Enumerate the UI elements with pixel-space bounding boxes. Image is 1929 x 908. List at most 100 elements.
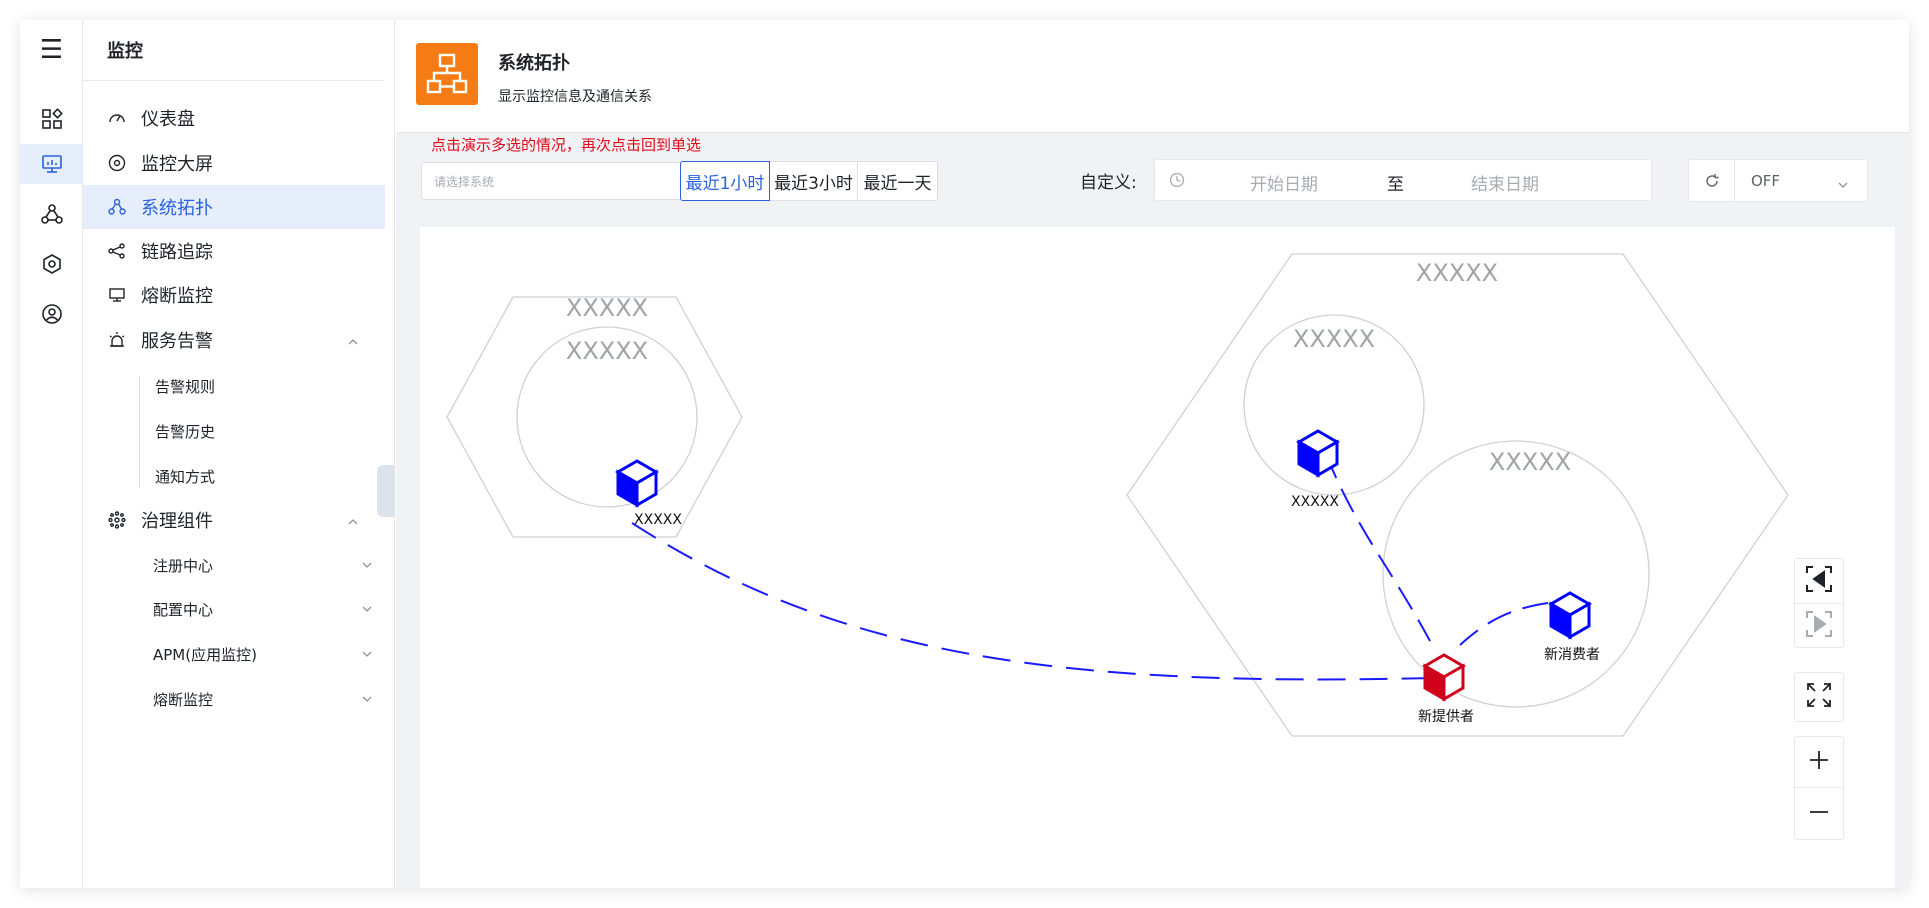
service-node-top[interactable]: [1296, 429, 1340, 478]
group-label: XXXXX: [1489, 448, 1571, 476]
end-date-input[interactable]: 结束日期: [1471, 170, 1539, 195]
gear-icon[interactable]: [20, 244, 83, 284]
topology-canvas[interactable]: XXXXX XXXXX XXXXX XXXXX XXXXX XXXXX XXXX…: [420, 227, 1895, 888]
icon-rail: ☰: [20, 20, 83, 888]
monitor-icon[interactable]: [20, 144, 83, 184]
chevron-down-icon: [361, 691, 373, 709]
group-label: XXXXX: [566, 294, 648, 322]
sidebar-item-label: 系统拓扑: [141, 198, 213, 219]
system-select-placeholder: 请选择系统: [434, 174, 495, 189]
sidebar-item-circuit[interactable]: 熔断监控: [83, 273, 385, 317]
refresh-icon[interactable]: [1689, 160, 1735, 201]
sidebar-subitem-registry[interactable]: 注册中心: [153, 543, 373, 587]
sidebar: 监控 仪表盘 监控大屏 系统拓扑 链路追踪 熔断监控 服务告警 告警规则 告警历…: [83, 20, 395, 888]
node-label: XXXXX: [634, 512, 682, 528]
provider-node[interactable]: [1422, 653, 1466, 702]
step-forward-icon: [1804, 609, 1834, 643]
page-header: 系统拓扑 显示监控信息及通信关系: [396, 20, 1909, 133]
step-forward-button[interactable]: [1794, 604, 1844, 648]
apps-icon[interactable]: [20, 99, 83, 139]
topology-logo-icon: [416, 43, 478, 105]
sidebar-subitem-apm[interactable]: APM(应用监控): [153, 632, 373, 676]
sidebar-subitem-circuit[interactable]: 熔断监控: [153, 677, 373, 721]
node-label: XXXXX: [1291, 494, 1339, 510]
custom-range-label: 自定义:: [1080, 173, 1137, 193]
node-label: 新提供者: [1418, 709, 1474, 725]
group-label: XXXXX: [1293, 325, 1375, 353]
chevron-down-icon: [361, 557, 373, 575]
sidebar-item-label: 服务告警: [141, 331, 213, 352]
service-node-left[interactable]: [615, 459, 659, 508]
main-area: 系统拓扑 显示监控信息及通信关系 点击演示多选的情况，再次点击回到单选 请选择系…: [396, 20, 1909, 888]
group-hexagon-left: [446, 296, 743, 538]
range-separator: 至: [1387, 175, 1404, 195]
edge-consumer-to-provider: [1459, 602, 1549, 646]
sidebar-item-governance[interactable]: 治理组件: [83, 498, 385, 542]
sidebar-item-alerts[interactable]: 服务告警: [83, 318, 385, 362]
sidebar-subitem-label: 注册中心: [153, 556, 214, 575]
group-label: XXXXX: [566, 337, 648, 365]
user-icon[interactable]: [20, 294, 83, 334]
clock-icon: [1169, 172, 1185, 193]
sidebar-item-label: 熔断监控: [141, 286, 213, 307]
chevron-down-icon: [1837, 176, 1849, 195]
group-label: XXXXX: [1416, 259, 1498, 287]
edge-left-to-provider: [631, 522, 1435, 681]
refresh-interval-value: OFF: [1751, 172, 1781, 190]
sidebar-divider: [83, 80, 384, 81]
chevron-up-icon: [347, 332, 359, 353]
edge-top-to-provider: [1325, 453, 1431, 642]
plus-icon: [1807, 748, 1831, 776]
zoom-in-button[interactable]: [1794, 736, 1844, 788]
fit-view-button[interactable]: [1794, 672, 1844, 722]
sidebar-subitem-alert-history[interactable]: 告警历史: [155, 409, 215, 453]
demo-hint-link[interactable]: 点击演示多选的情况，再次点击回到单选: [431, 134, 701, 155]
date-range-picker[interactable]: 开始日期 至 结束日期: [1154, 159, 1652, 201]
page-subtitle: 显示监控信息及通信关系: [498, 89, 652, 105]
node-label: 新消费者: [1544, 647, 1600, 663]
screen-icon: [107, 285, 127, 305]
submenu-guide-line: [139, 376, 140, 488]
expand-icon: [1805, 681, 1833, 713]
sidebar-subitem-label: APM(应用监控): [153, 645, 257, 664]
time-range-3h[interactable]: 最近3小时: [769, 161, 858, 201]
chevron-up-icon: [347, 512, 359, 533]
sidebar-item-bigscreen[interactable]: 监控大屏: [83, 141, 385, 185]
consumer-node[interactable]: [1548, 591, 1592, 640]
minus-icon: [1807, 800, 1831, 828]
sidebar-item-label: 监控大屏: [141, 154, 213, 175]
sidebar-header: 监控: [107, 41, 143, 62]
chevron-down-icon: [361, 601, 373, 619]
sidebar-item-label: 仪表盘: [141, 109, 195, 130]
app-window: ☰ 监控 仪表盘 监控大屏 系统拓扑 链路追踪 熔断监控 服务告警 告警规则 告…: [20, 20, 1909, 888]
alarm-icon: [107, 330, 127, 350]
sidebar-item-tracing[interactable]: 链路追踪: [83, 229, 385, 273]
auto-refresh-control[interactable]: OFF: [1688, 159, 1868, 202]
sidebar-item-topology[interactable]: 系统拓扑: [83, 185, 385, 229]
sidebar-subitem-label: 熔断监控: [153, 690, 214, 709]
sidebar-subitem-label: 配置中心: [153, 600, 214, 619]
group-circle-right-bottom: [1382, 440, 1650, 708]
time-range-1h[interactable]: 最近1小时: [680, 161, 770, 201]
start-date-input[interactable]: 开始日期: [1250, 170, 1318, 195]
sidebar-item-label: 链路追踪: [141, 242, 213, 263]
sidebar-collapse-handle[interactable]: [377, 465, 395, 517]
compass-icon: [107, 153, 127, 173]
page-title: 系统拓扑: [498, 53, 570, 74]
trace-icon: [107, 241, 127, 261]
sidebar-subitem-config[interactable]: 配置中心: [153, 587, 373, 631]
components-icon: [107, 510, 127, 530]
topology-icon: [107, 197, 127, 217]
zoom-out-button[interactable]: [1794, 788, 1844, 840]
sidebar-subitem-alert-rules[interactable]: 告警规则: [155, 364, 215, 408]
sidebar-item-dashboard[interactable]: 仪表盘: [83, 96, 385, 140]
menu-toggle-icon[interactable]: ☰: [20, 34, 83, 66]
gauge-icon: [107, 108, 127, 128]
sidebar-subitem-notify[interactable]: 通知方式: [155, 454, 215, 498]
sidebar-item-label: 治理组件: [141, 511, 213, 532]
step-back-icon: [1804, 564, 1834, 598]
topology-icon[interactable]: [20, 194, 83, 234]
step-back-button[interactable]: [1794, 558, 1844, 604]
chevron-down-icon: [361, 646, 373, 664]
time-range-1d[interactable]: 最近一天: [857, 161, 938, 201]
